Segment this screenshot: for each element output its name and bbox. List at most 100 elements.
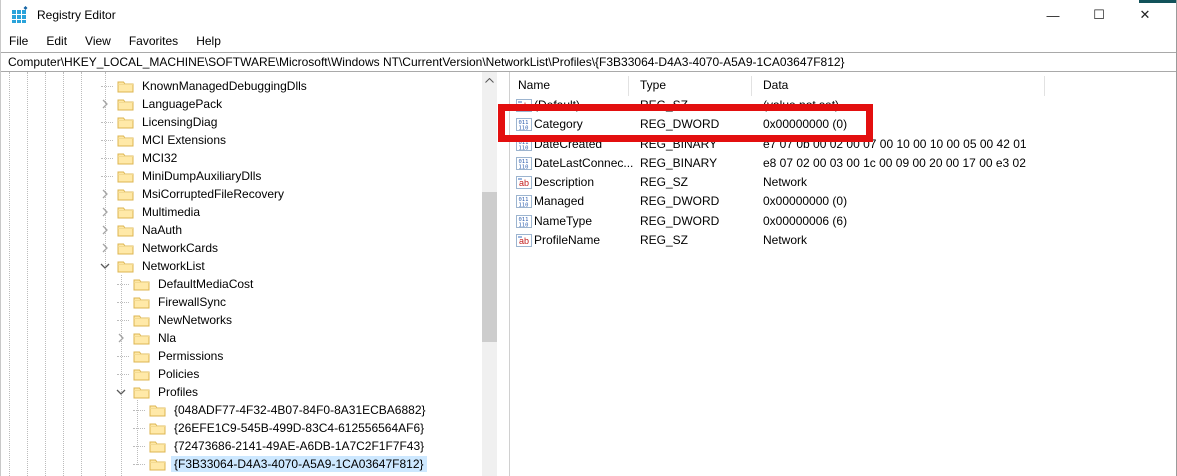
tree-connector [101, 86, 113, 87]
value-data: Network [763, 175, 807, 189]
folder-icon [133, 385, 150, 399]
tree-item[interactable]: NaAuth [1, 221, 481, 239]
chevron-right-icon[interactable] [97, 239, 113, 257]
column-header-data[interactable]: Data [763, 78, 788, 92]
folder-icon [133, 295, 150, 309]
value-row[interactable]: ab DescriptionREG_SZNetwork [513, 173, 1177, 192]
chevron-right-icon[interactable] [97, 185, 113, 203]
menu-view[interactable]: View [77, 32, 121, 51]
tree-item-label: LicensingDiag [139, 114, 220, 130]
tree-item[interactable]: NetworkCards [1, 239, 481, 257]
tree-item[interactable]: LicensingDiag [1, 113, 481, 131]
tree-item[interactable]: Nla [1, 329, 481, 347]
value-name: DateLastConnec... [534, 156, 633, 170]
title-bar: Registry Editor — ☐ ✕ [1, 0, 1176, 30]
tree-connector [117, 356, 129, 357]
string-value-icon: ab [516, 176, 532, 189]
screen-edge-artifact [1139, 0, 1176, 3]
folder-icon [133, 277, 150, 291]
chevron-right-icon[interactable] [97, 95, 113, 113]
tree-item-label: KnownManagedDebuggingDlls [139, 78, 310, 94]
tree-item[interactable]: Multimedia [1, 203, 481, 221]
folder-icon [117, 241, 134, 255]
scroll-up-icon[interactable] [482, 72, 497, 89]
tree-connector [117, 320, 129, 321]
value-row[interactable]: 011 110 ManagedREG_DWORD0x00000000 (0) [513, 192, 1177, 211]
value-name: Description [534, 175, 594, 189]
chevron-right-icon[interactable] [97, 203, 113, 221]
tree-connector [101, 158, 113, 159]
tree-item-label: NetworkList [139, 258, 208, 274]
chevron-down-icon[interactable] [113, 383, 129, 401]
tree-item[interactable]: MCI Extensions [1, 131, 481, 149]
red-highlight-annotation [498, 104, 873, 142]
value-row[interactable]: 011 110 NameTypeREG_DWORD0x00000006 (6) [513, 212, 1177, 231]
tree-connector [117, 374, 129, 375]
tree-item[interactable]: {F3B33064-D4A3-4070-A5A9-1CA03647F812} [1, 455, 481, 473]
value-data: Network [763, 233, 807, 247]
tree-connector [133, 446, 145, 447]
tree-item-label: Multimedia [139, 204, 203, 220]
chevron-down-icon[interactable] [97, 257, 113, 275]
value-data: 0x00000000 (0) [763, 194, 847, 208]
dword-value-icon: 011 110 [516, 215, 532, 228]
tree-connector [117, 302, 129, 303]
folder-icon [117, 169, 134, 183]
tree-item-label: MsiCorruptedFileRecovery [139, 186, 287, 202]
column-header-name[interactable]: Name [518, 78, 550, 92]
tree-item-label: NetworkCards [139, 240, 221, 256]
menu-help[interactable]: Help [188, 32, 231, 51]
tree-scrollbar[interactable] [482, 72, 497, 476]
tree-item[interactable]: DefaultMediaCost [1, 275, 481, 293]
tree-item[interactable]: {72473686-2141-49AE-A6DB-1A7C2F1F7F43} [1, 437, 481, 455]
column-header-type[interactable]: Type [640, 78, 666, 92]
tree-item[interactable]: {26EFE1C9-545B-499D-83C4-612556564AF6} [1, 419, 481, 437]
tree-connector [133, 428, 145, 429]
menu-favorites[interactable]: Favorites [121, 32, 188, 51]
tree-item-label: {048ADF77-4F32-4B07-84F0-8A31ECBA6882} [171, 402, 429, 418]
folder-icon [149, 421, 166, 435]
tree-item[interactable]: Permissions [1, 347, 481, 365]
tree-item[interactable]: MCI32 [1, 149, 481, 167]
tree-item[interactable]: {048ADF77-4F32-4B07-84F0-8A31ECBA6882} [1, 401, 481, 419]
value-row[interactable]: 011 110 DateLastConnec...REG_BINARYe8 07… [513, 154, 1177, 173]
value-data: 0x00000006 (6) [763, 214, 847, 228]
folder-icon [117, 97, 134, 111]
chevron-right-icon[interactable] [97, 221, 113, 239]
chevron-right-icon[interactable] [113, 329, 129, 347]
close-button[interactable]: ✕ [1122, 0, 1168, 30]
menu-file[interactable]: File [1, 32, 38, 51]
menu-edit[interactable]: Edit [38, 32, 77, 51]
value-row[interactable]: ab ProfileNameREG_SZNetwork [513, 231, 1177, 250]
tree-item[interactable]: Profiles [1, 383, 481, 401]
column-separator[interactable] [751, 76, 752, 96]
scrollbar-thumb[interactable] [482, 192, 497, 342]
dword-value-icon: 011 110 [516, 195, 532, 208]
tree-item[interactable]: MsiCorruptedFileRecovery [1, 185, 481, 203]
tree-item[interactable]: FirewallSync [1, 293, 481, 311]
tree-item-label: Profiles [155, 384, 201, 400]
minimize-button[interactable]: — [1030, 0, 1076, 30]
value-type: REG_BINARY [640, 156, 717, 170]
value-type: REG_SZ [640, 233, 688, 247]
tree-item-label: DefaultMediaCost [155, 276, 256, 292]
column-separator[interactable] [1044, 76, 1045, 96]
value-type: REG_DWORD [640, 194, 719, 208]
tree-connector [133, 464, 145, 465]
tree-item-label: {26EFE1C9-545B-499D-83C4-612556564AF6} [171, 420, 427, 436]
address-bar[interactable]: Computer\HKEY_LOCAL_MACHINE\SOFTWARE\Mic… [1, 52, 1177, 72]
tree-item-label: NewNetworks [155, 312, 235, 328]
folder-icon [133, 331, 150, 345]
tree-item[interactable]: Policies [1, 365, 481, 383]
tree-item[interactable]: KnownManagedDebuggingDlls [1, 77, 481, 95]
folder-icon [133, 367, 150, 381]
tree-item[interactable]: LanguagePack [1, 95, 481, 113]
tree-item[interactable]: NewNetworks [1, 311, 481, 329]
svg-text:110: 110 [519, 145, 529, 151]
maximize-button[interactable]: ☐ [1076, 0, 1122, 30]
folder-icon [117, 187, 134, 201]
tree-item[interactable]: MiniDumpAuxiliaryDlls [1, 167, 481, 185]
menu-bar: File Edit View Favorites Help [1, 30, 1176, 52]
tree-item[interactable]: NetworkList [1, 257, 481, 275]
column-separator[interactable] [628, 76, 629, 96]
